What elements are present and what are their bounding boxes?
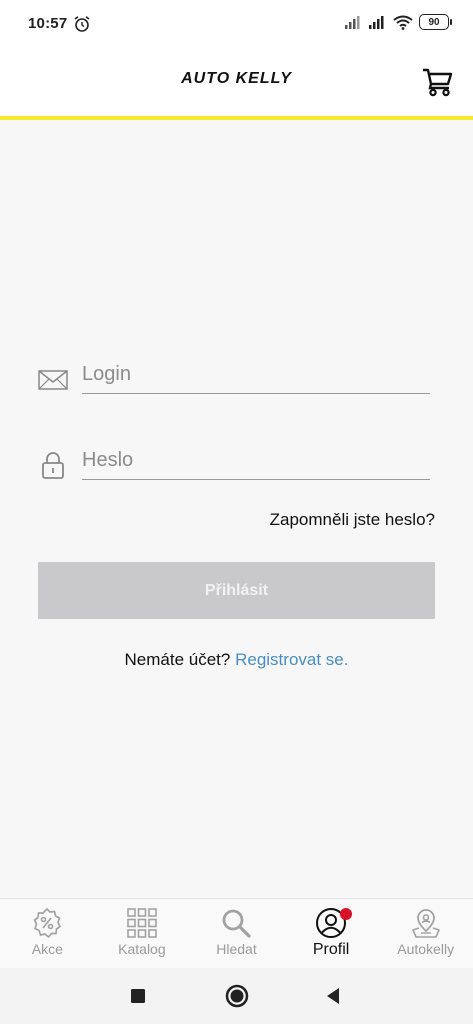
nav-item-autokelly[interactable]: Autokelly	[378, 899, 473, 968]
cart-icon[interactable]	[421, 64, 455, 98]
nav-label: Akce	[31, 941, 63, 957]
register-row: Nemáte účet? Registrovat se.	[0, 650, 473, 670]
battery-level: 90	[428, 16, 440, 28]
search-icon	[223, 909, 252, 938]
grid-icon	[127, 908, 157, 938]
battery-icon: 90	[419, 14, 452, 30]
nav-item-profil[interactable]: Profil	[284, 899, 379, 968]
mail-icon	[38, 370, 68, 390]
nav-item-hledat[interactable]: Hledat	[189, 899, 284, 968]
status-time: 10:57	[28, 15, 68, 32]
header-accent-line	[0, 116, 473, 120]
home-icon[interactable]	[224, 983, 250, 1009]
password-field	[38, 442, 430, 486]
nav-item-akce[interactable]: Akce	[0, 899, 95, 968]
no-account-text: Nemáte účet?	[124, 650, 231, 669]
alarm-icon	[74, 16, 90, 32]
bottom-nav: Akce Katalog Hledat Profil Autokelly	[0, 898, 473, 968]
forgot-password-link[interactable]: Zapomněli jste heslo?	[270, 510, 435, 530]
app-header: AUTO KELLY	[0, 50, 473, 116]
status-icons: 90	[345, 14, 452, 30]
lock-icon	[42, 452, 64, 479]
login-button[interactable]: Přihlásit	[38, 562, 435, 619]
system-nav-bar	[0, 968, 473, 1024]
signal-icon	[345, 16, 360, 29]
login-field	[38, 356, 430, 400]
signal-icon	[369, 16, 384, 29]
percent-badge-icon	[33, 908, 62, 938]
login-input[interactable]	[82, 356, 430, 394]
nav-label: Profil	[312, 941, 350, 958]
map-pin-icon	[411, 909, 440, 938]
nav-item-katalog[interactable]: Katalog	[95, 899, 190, 968]
recents-icon[interactable]	[125, 983, 151, 1009]
password-input[interactable]	[82, 442, 430, 480]
nav-label: Katalog	[118, 941, 166, 957]
notification-dot	[339, 908, 352, 920]
status-bar: 10:57 90	[0, 0, 473, 50]
nav-label: Hledat	[216, 941, 257, 957]
back-icon[interactable]	[320, 983, 346, 1009]
brand-logo: AUTO KELLY	[181, 70, 292, 87]
wifi-icon	[393, 15, 413, 30]
nav-label: Autokelly	[397, 941, 455, 957]
register-link[interactable]: Registrovat se.	[235, 650, 348, 669]
